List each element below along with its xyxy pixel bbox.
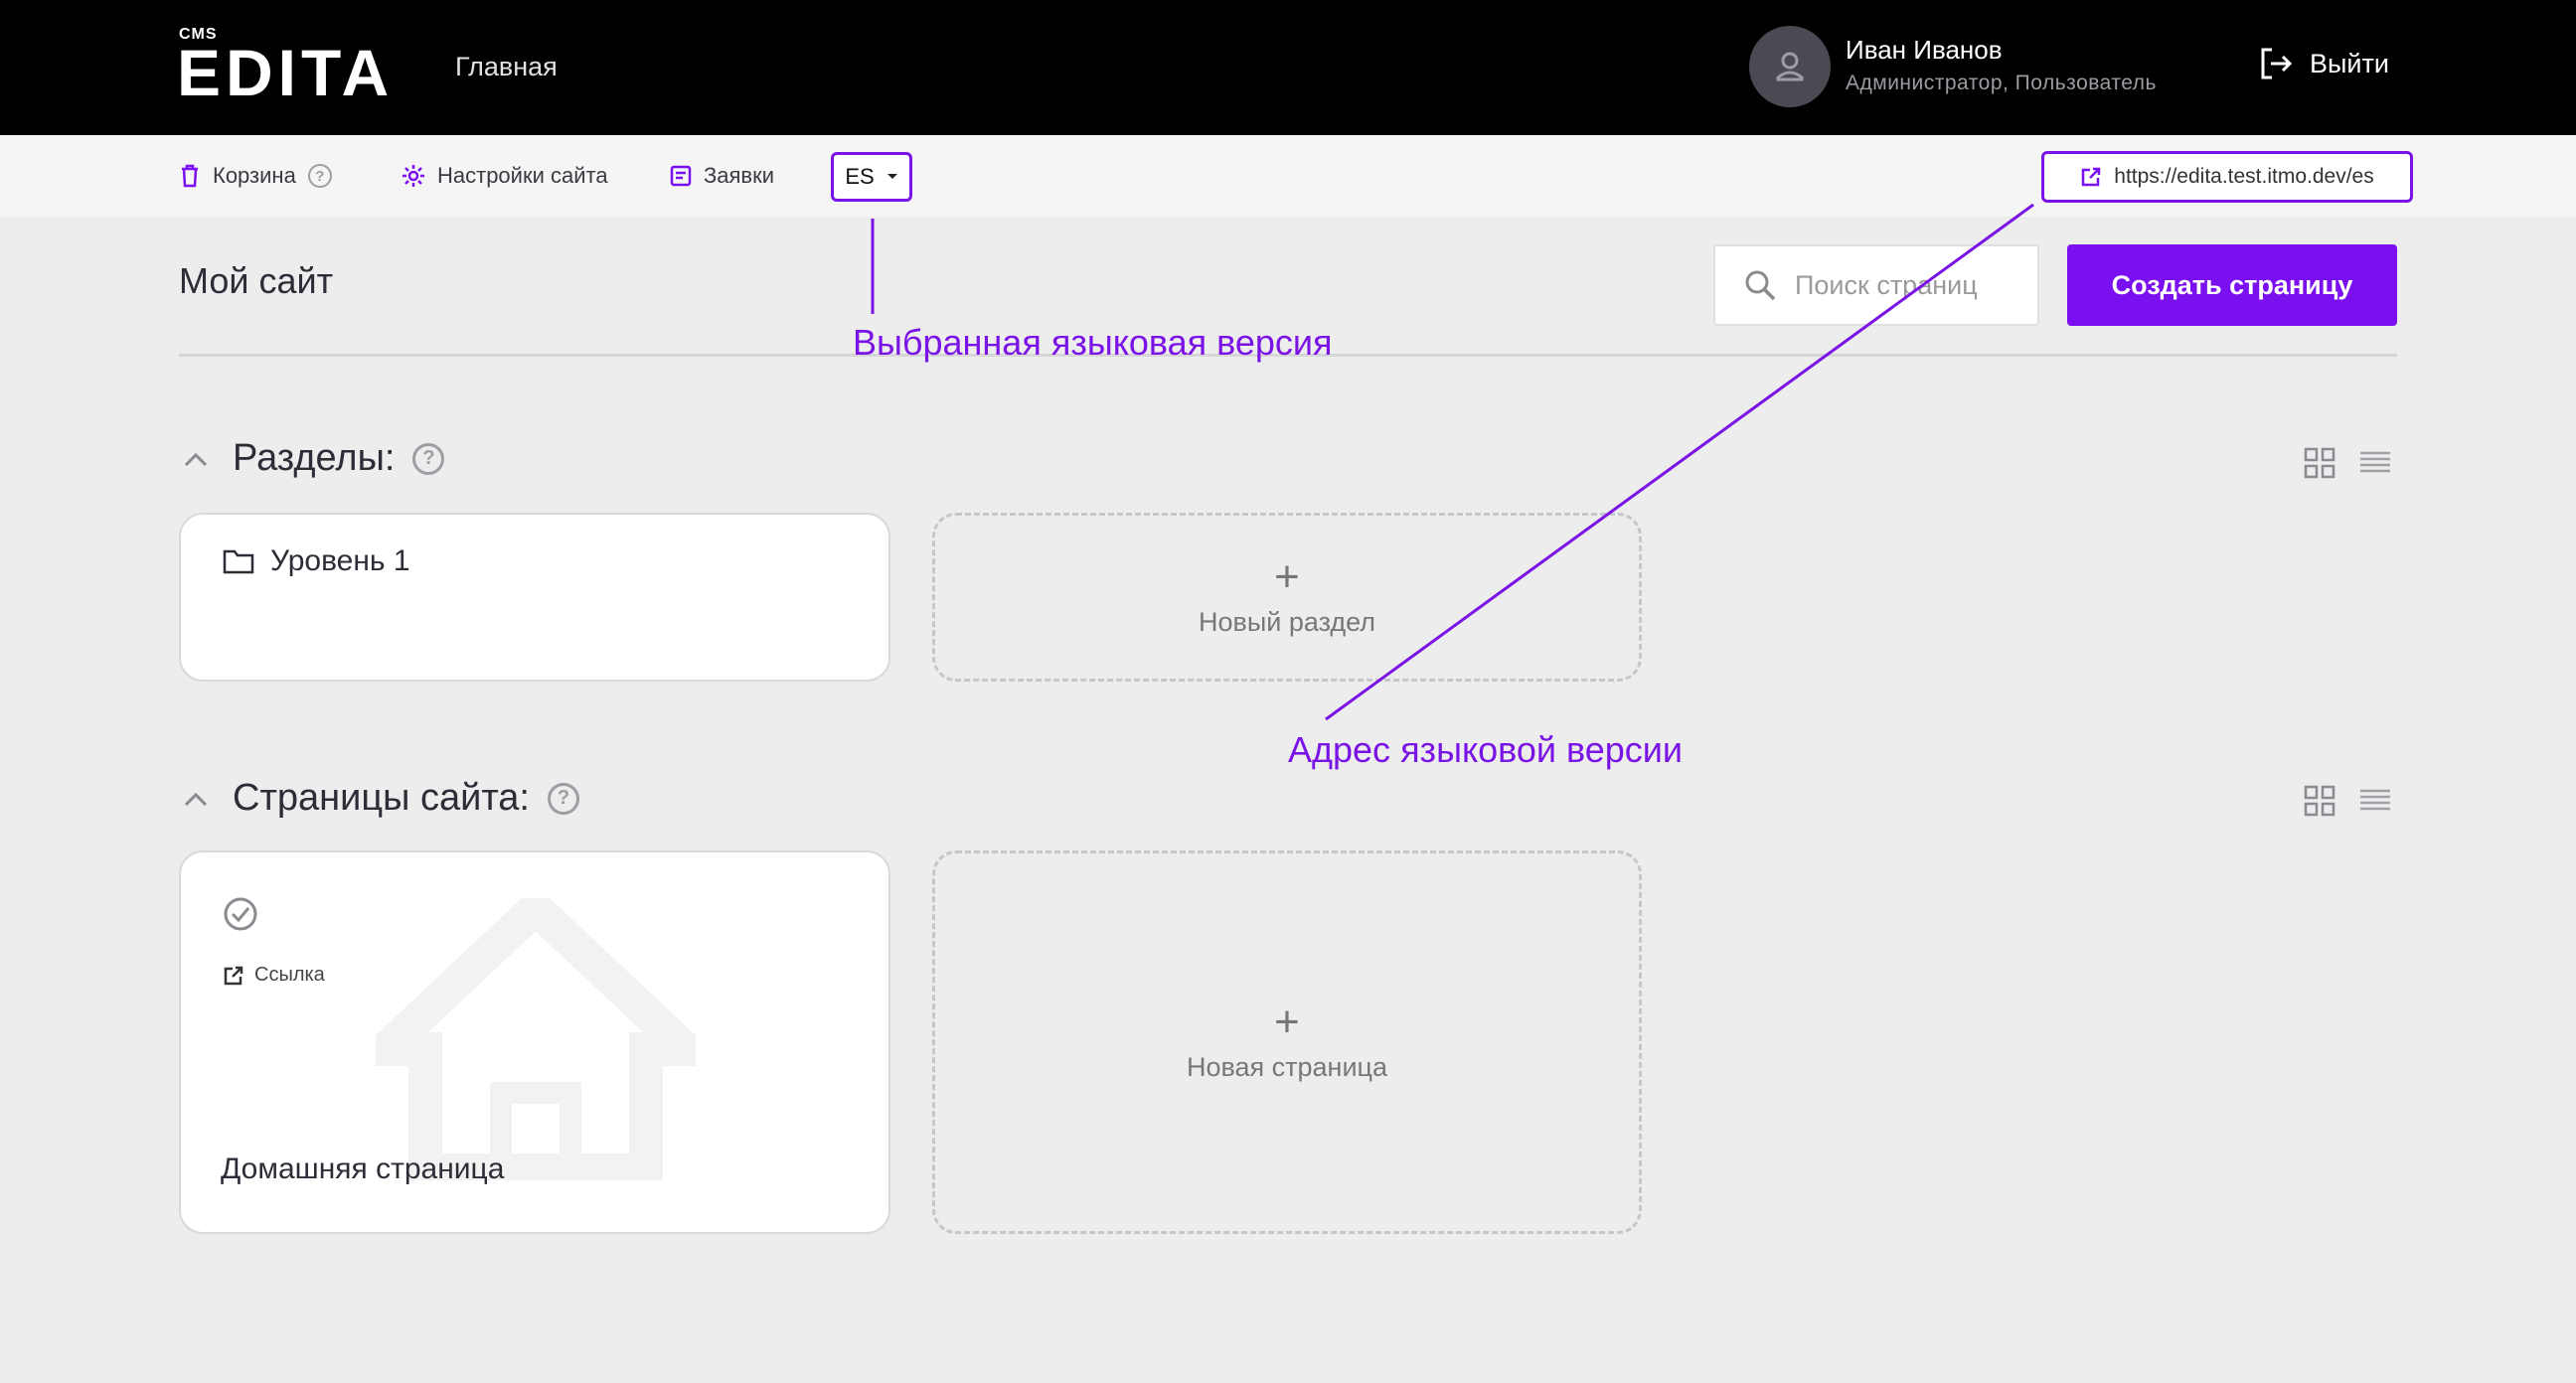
- check-circle-icon: [224, 897, 257, 931]
- sections-title: Разделы:: [233, 437, 396, 479]
- sections-view-toggle: [2304, 447, 2391, 479]
- pages-view-toggle: [2304, 785, 2391, 817]
- folder-icon: [223, 549, 254, 574]
- search-icon: [1745, 270, 1776, 301]
- site-url-link[interactable]: https://edita.test.itmo.dev/es: [2041, 151, 2413, 203]
- user-name: Иван Иванов: [1846, 35, 2003, 65]
- page-card-home[interactable]: Ссылка Домашняя страница: [179, 850, 890, 1234]
- search-input[interactable]: [1793, 268, 2015, 302]
- caret-down-icon: [886, 174, 897, 179]
- collapse-pages-icon[interactable]: [183, 791, 209, 809]
- logout-label: Выйти: [2310, 48, 2389, 78]
- requests-button[interactable]: Заявки: [670, 163, 774, 189]
- trash-icon: [182, 164, 198, 188]
- sections-header: Разделы: ?: [233, 437, 445, 480]
- external-link-icon: [224, 966, 243, 985]
- plus-icon: +: [1274, 551, 1300, 601]
- create-page-button[interactable]: Создать страницу: [2067, 244, 2397, 326]
- list-view-icon[interactable]: [2359, 447, 2391, 479]
- site-url-text: https://edita.test.itmo.dev/es: [2114, 165, 2374, 188]
- new-section-button[interactable]: + Новый раздел: [932, 513, 1642, 682]
- language-select[interactable]: ES: [831, 152, 912, 202]
- site-settings-button[interactable]: Настройки сайта: [402, 163, 608, 189]
- new-section-label: Новый раздел: [1199, 606, 1375, 637]
- logout-icon: [2261, 48, 2293, 79]
- help-icon[interactable]: ?: [307, 164, 332, 188]
- user-icon: [1776, 52, 1804, 81]
- pages-header: Страницы сайта: ?: [233, 777, 579, 820]
- requests-icon: [670, 165, 692, 187]
- plus-icon: +: [1274, 997, 1300, 1046]
- list-view-icon[interactable]: [2359, 785, 2391, 817]
- requests-label: Заявки: [704, 163, 775, 188]
- page-title: Мой сайт: [179, 260, 334, 301]
- section-card-label: Уровень 1: [270, 544, 410, 577]
- search-box[interactable]: [1713, 244, 2039, 326]
- page-card-label: Домашняя страница: [221, 1152, 505, 1185]
- new-page-label: Новая страница: [1186, 1051, 1388, 1082]
- nav-home-link[interactable]: Главная: [455, 52, 558, 82]
- trash-label: Корзина: [213, 163, 296, 188]
- grid-view-icon[interactable]: [2304, 447, 2335, 479]
- site-settings-label: Настройки сайта: [437, 163, 608, 188]
- new-page-button[interactable]: + Новая страница: [932, 850, 1642, 1234]
- home-watermark-icon: [376, 898, 696, 1180]
- language-value: ES: [845, 164, 875, 189]
- grid-view-icon[interactable]: [2304, 785, 2335, 817]
- page-link-label: Ссылка: [254, 964, 325, 986]
- help-icon[interactable]: ?: [412, 442, 445, 475]
- avatar[interactable]: [1749, 26, 1831, 107]
- logo[interactable]: EDITA: [177, 40, 394, 105]
- logout-button[interactable]: Выйти: [2258, 46, 2389, 81]
- annotation-language-address: Адрес языковой версии: [1288, 729, 1683, 770]
- pages-title: Страницы сайта:: [233, 777, 530, 819]
- annotation-language-version: Выбранная языковая версия: [853, 322, 1333, 363]
- gear-icon: [402, 165, 424, 187]
- trash-button[interactable]: Корзина ?: [179, 163, 332, 189]
- user-role: Администратор, Пользователь: [1846, 72, 2157, 94]
- external-link-icon: [2082, 167, 2101, 187]
- page-link[interactable]: Ссылка: [223, 964, 325, 987]
- section-card[interactable]: Уровень 1: [179, 513, 890, 682]
- top-header: CMS EDITA Главная Иван Иванов Администра…: [0, 0, 2576, 135]
- help-icon[interactable]: ?: [548, 782, 579, 815]
- collapse-sections-icon[interactable]: [183, 451, 209, 469]
